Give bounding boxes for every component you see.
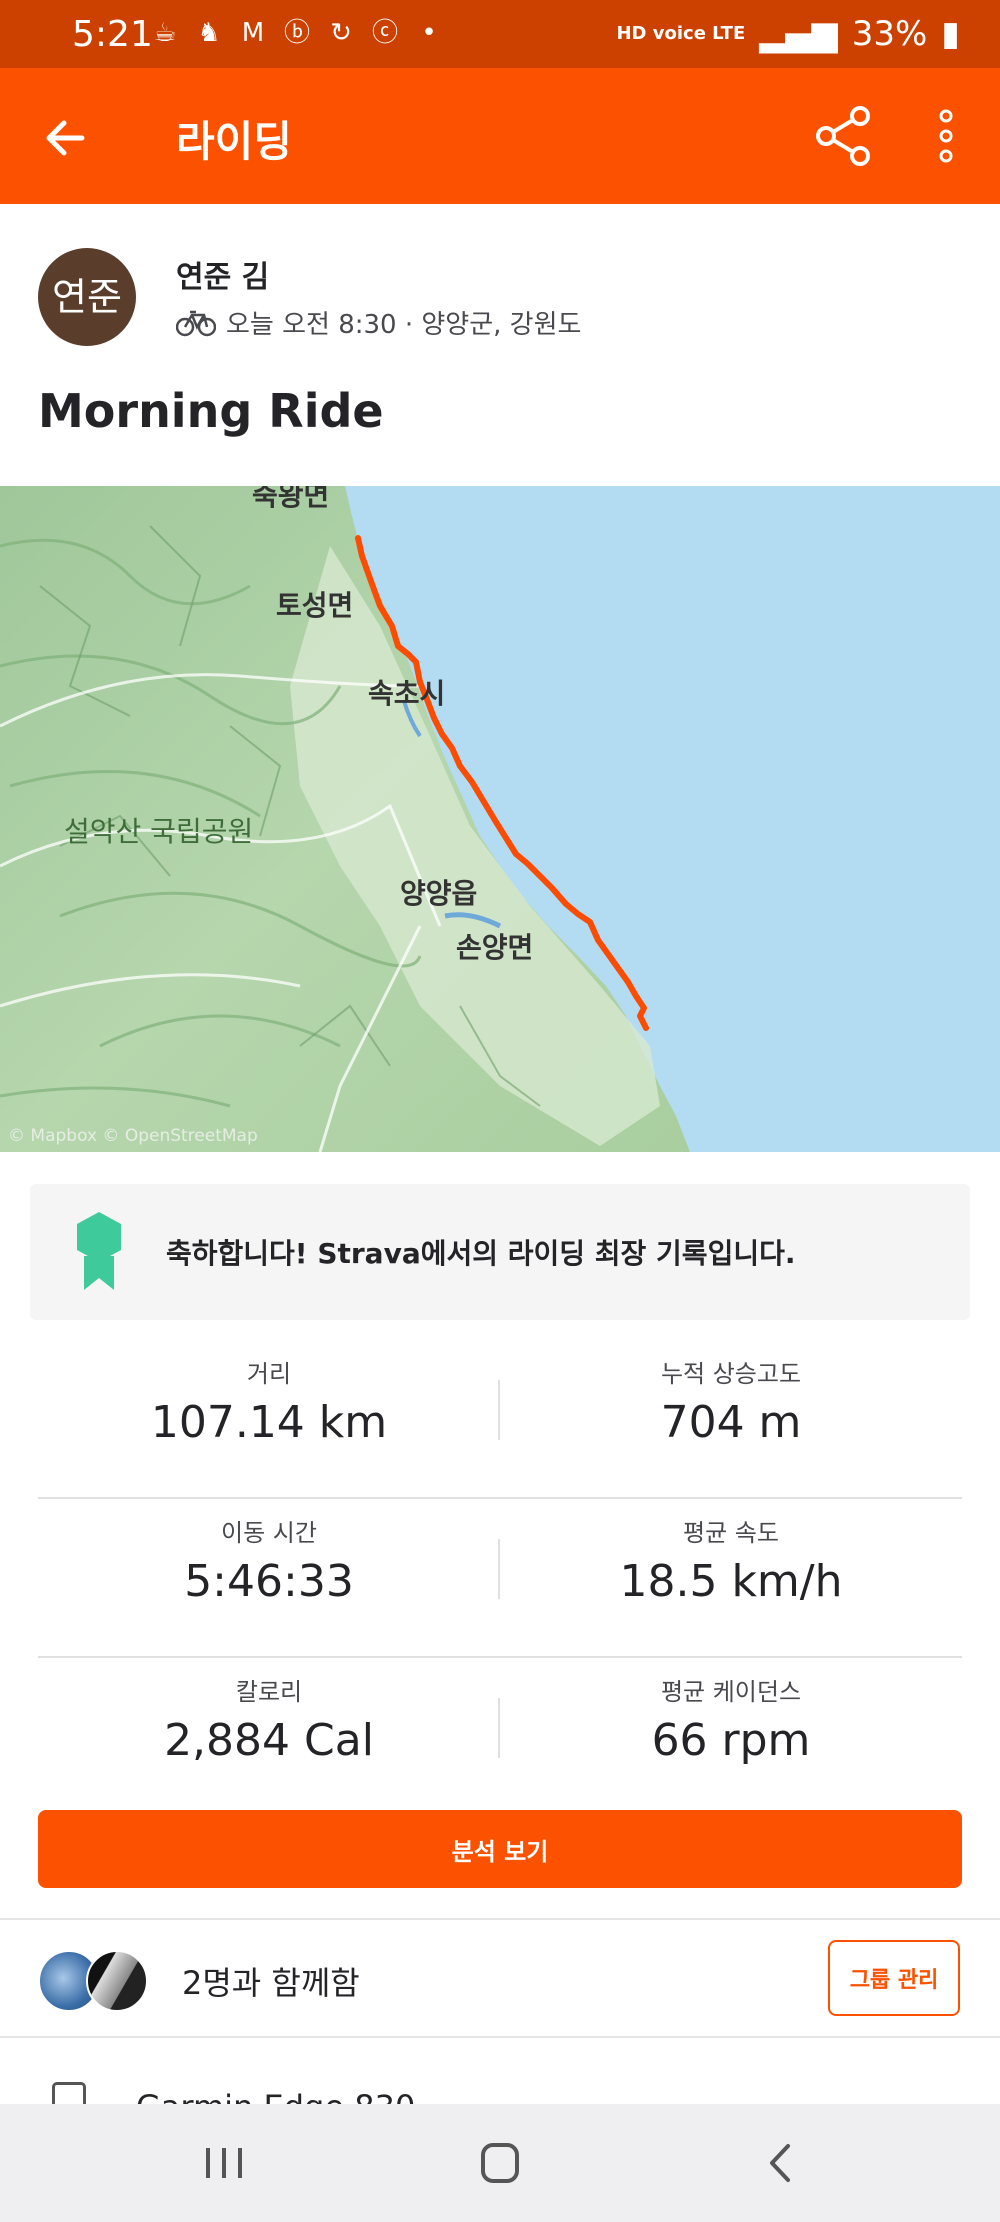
back-arrow-icon[interactable]: [38, 108, 98, 168]
stat-avg-cadence: 평균 케이던스 66 rpm: [500, 1658, 962, 1766]
stat-value: 5:46:33: [184, 1556, 354, 1607]
athlete-name[interactable]: 연준 김: [176, 252, 269, 296]
stat-label: 거리: [246, 1360, 292, 1388]
stat-value: 18.5 km/h: [619, 1556, 843, 1607]
system-nav-bar: [0, 2104, 1000, 2222]
map-label-sokcho: 속초시: [368, 677, 446, 710]
map-label-yangyang: 양양읍: [400, 877, 478, 910]
stat-label: 평균 케이던스: [660, 1678, 802, 1706]
stats-row: 거리 107.14 km 누적 상승고도 704 m: [38, 1340, 962, 1499]
route-map[interactable]: 죽왕면 토성면 속초시 설악산 국립공원 양양읍 손양면 © Mapbox © …: [0, 486, 1000, 1152]
sync-icon: ↻: [330, 18, 352, 48]
page-title: 라이딩: [176, 117, 292, 166]
stat-label: 이동 시간: [221, 1519, 317, 1547]
back-icon[interactable]: [752, 2138, 812, 2188]
c-icon: ⓒ: [371, 18, 398, 48]
manage-group-button[interactable]: 그룹 관리: [828, 1940, 960, 2016]
watch-icon: [52, 2082, 86, 2104]
app-bar: 라이딩: [0, 68, 1000, 204]
stat-avg-speed: 평균 속도 18.5 km/h: [500, 1499, 962, 1607]
activity-meta-text: 오늘 오전 8:30 · 양양군, 강원도: [226, 310, 582, 340]
stats-row: 칼로리 2,884 Cal 평균 케이던스 66 rpm: [38, 1658, 962, 1815]
share-icon[interactable]: [812, 104, 876, 168]
battery-icon: ▮: [941, 14, 960, 54]
activity-title: Morning Ride: [38, 384, 384, 438]
battery-level: 33%: [851, 14, 928, 54]
stat-value: 107.14 km: [150, 1397, 388, 1448]
status-bar: 5:21 ☕ ♞ M ⓑ ↻ ⓒ • HD voice LTE ▂▄▆ 33% …: [0, 0, 1000, 68]
stat-value: 2,884 Cal: [164, 1715, 374, 1766]
map-label-toseong: 토성면: [276, 589, 354, 622]
map-label-park: 설악산 국립공원: [64, 815, 254, 848]
network-indicator: HD voice LTE: [616, 23, 746, 44]
stat-calories: 칼로리 2,884 Cal: [38, 1658, 500, 1766]
map-label-sonyang: 손양면: [456, 931, 534, 964]
dot-icon: •: [421, 18, 437, 48]
activity-meta: 오늘 오전 8:30 · 양양군, 강원도: [176, 304, 581, 341]
stats-grid: 거리 107.14 km 누적 상승고도 704 m 이동 시간 5:46:33…: [38, 1340, 962, 1815]
stat-moving-time: 이동 시간 5:46:33: [38, 1499, 500, 1607]
achievement-medal-icon: [77, 1212, 121, 1290]
stat-value: 704 m: [660, 1397, 802, 1448]
notification-icons: ☕ ♞ M ⓑ ↻ ⓒ •: [150, 18, 444, 48]
b-icon: ⓑ: [283, 18, 310, 48]
recent-apps-icon[interactable]: [194, 2138, 254, 2188]
section-divider: [0, 1918, 1000, 1920]
group-avatars[interactable]: [38, 1950, 158, 2012]
map-attribution[interactable]: © Mapbox © OpenStreetMap: [8, 1126, 258, 1146]
device-name: Garmin Edge 830: [136, 2088, 415, 2104]
home-icon[interactable]: [470, 2138, 530, 2188]
more-options-icon[interactable]: [930, 104, 962, 168]
stats-row: 이동 시간 5:46:33 평균 속도 18.5 km/h: [38, 1499, 962, 1658]
activity-header: 연준 연준 김 오늘 오전 8:30 · 양양군, 강원도 Morning Ri…: [0, 204, 1000, 484]
stat-elevation-gain: 누적 상승고도 704 m: [500, 1340, 962, 1448]
app-icon: ♞: [197, 18, 221, 48]
achievement-banner: 축하합니다! Strava에서의 라이딩 최장 기록입니다.: [30, 1184, 970, 1320]
group-text[interactable]: 2명과 함께함: [182, 1958, 360, 2004]
gmail-icon: M: [241, 18, 265, 48]
stat-value: 66 rpm: [651, 1715, 811, 1766]
device-row: Garmin Edge 830: [0, 2038, 1000, 2104]
stat-label: 칼로리: [235, 1678, 303, 1706]
avatar[interactable]: 연준: [38, 248, 136, 346]
signal-icon: ▂▄▆: [759, 14, 838, 54]
stat-label: 평균 속도: [683, 1519, 779, 1547]
map-label-top: 죽왕면: [252, 486, 330, 512]
bike-icon: [176, 310, 216, 336]
coffee-icon: ☕: [153, 18, 177, 48]
stat-label: 누적 상승고도: [660, 1360, 802, 1388]
view-analysis-button[interactable]: 분석 보기: [38, 1810, 962, 1888]
status-time: 5:21: [72, 14, 153, 55]
achievement-text: 축하합니다! Strava에서의 라이딩 최장 기록입니다.: [166, 1237, 796, 1270]
system-indicators: HD voice LTE ▂▄▆ 33% ▮: [616, 14, 960, 54]
avatar[interactable]: [86, 1950, 148, 2012]
stat-distance: 거리 107.14 km: [38, 1340, 500, 1448]
group-section[interactable]: 2명과 함께함 그룹 관리: [0, 1922, 1000, 2036]
